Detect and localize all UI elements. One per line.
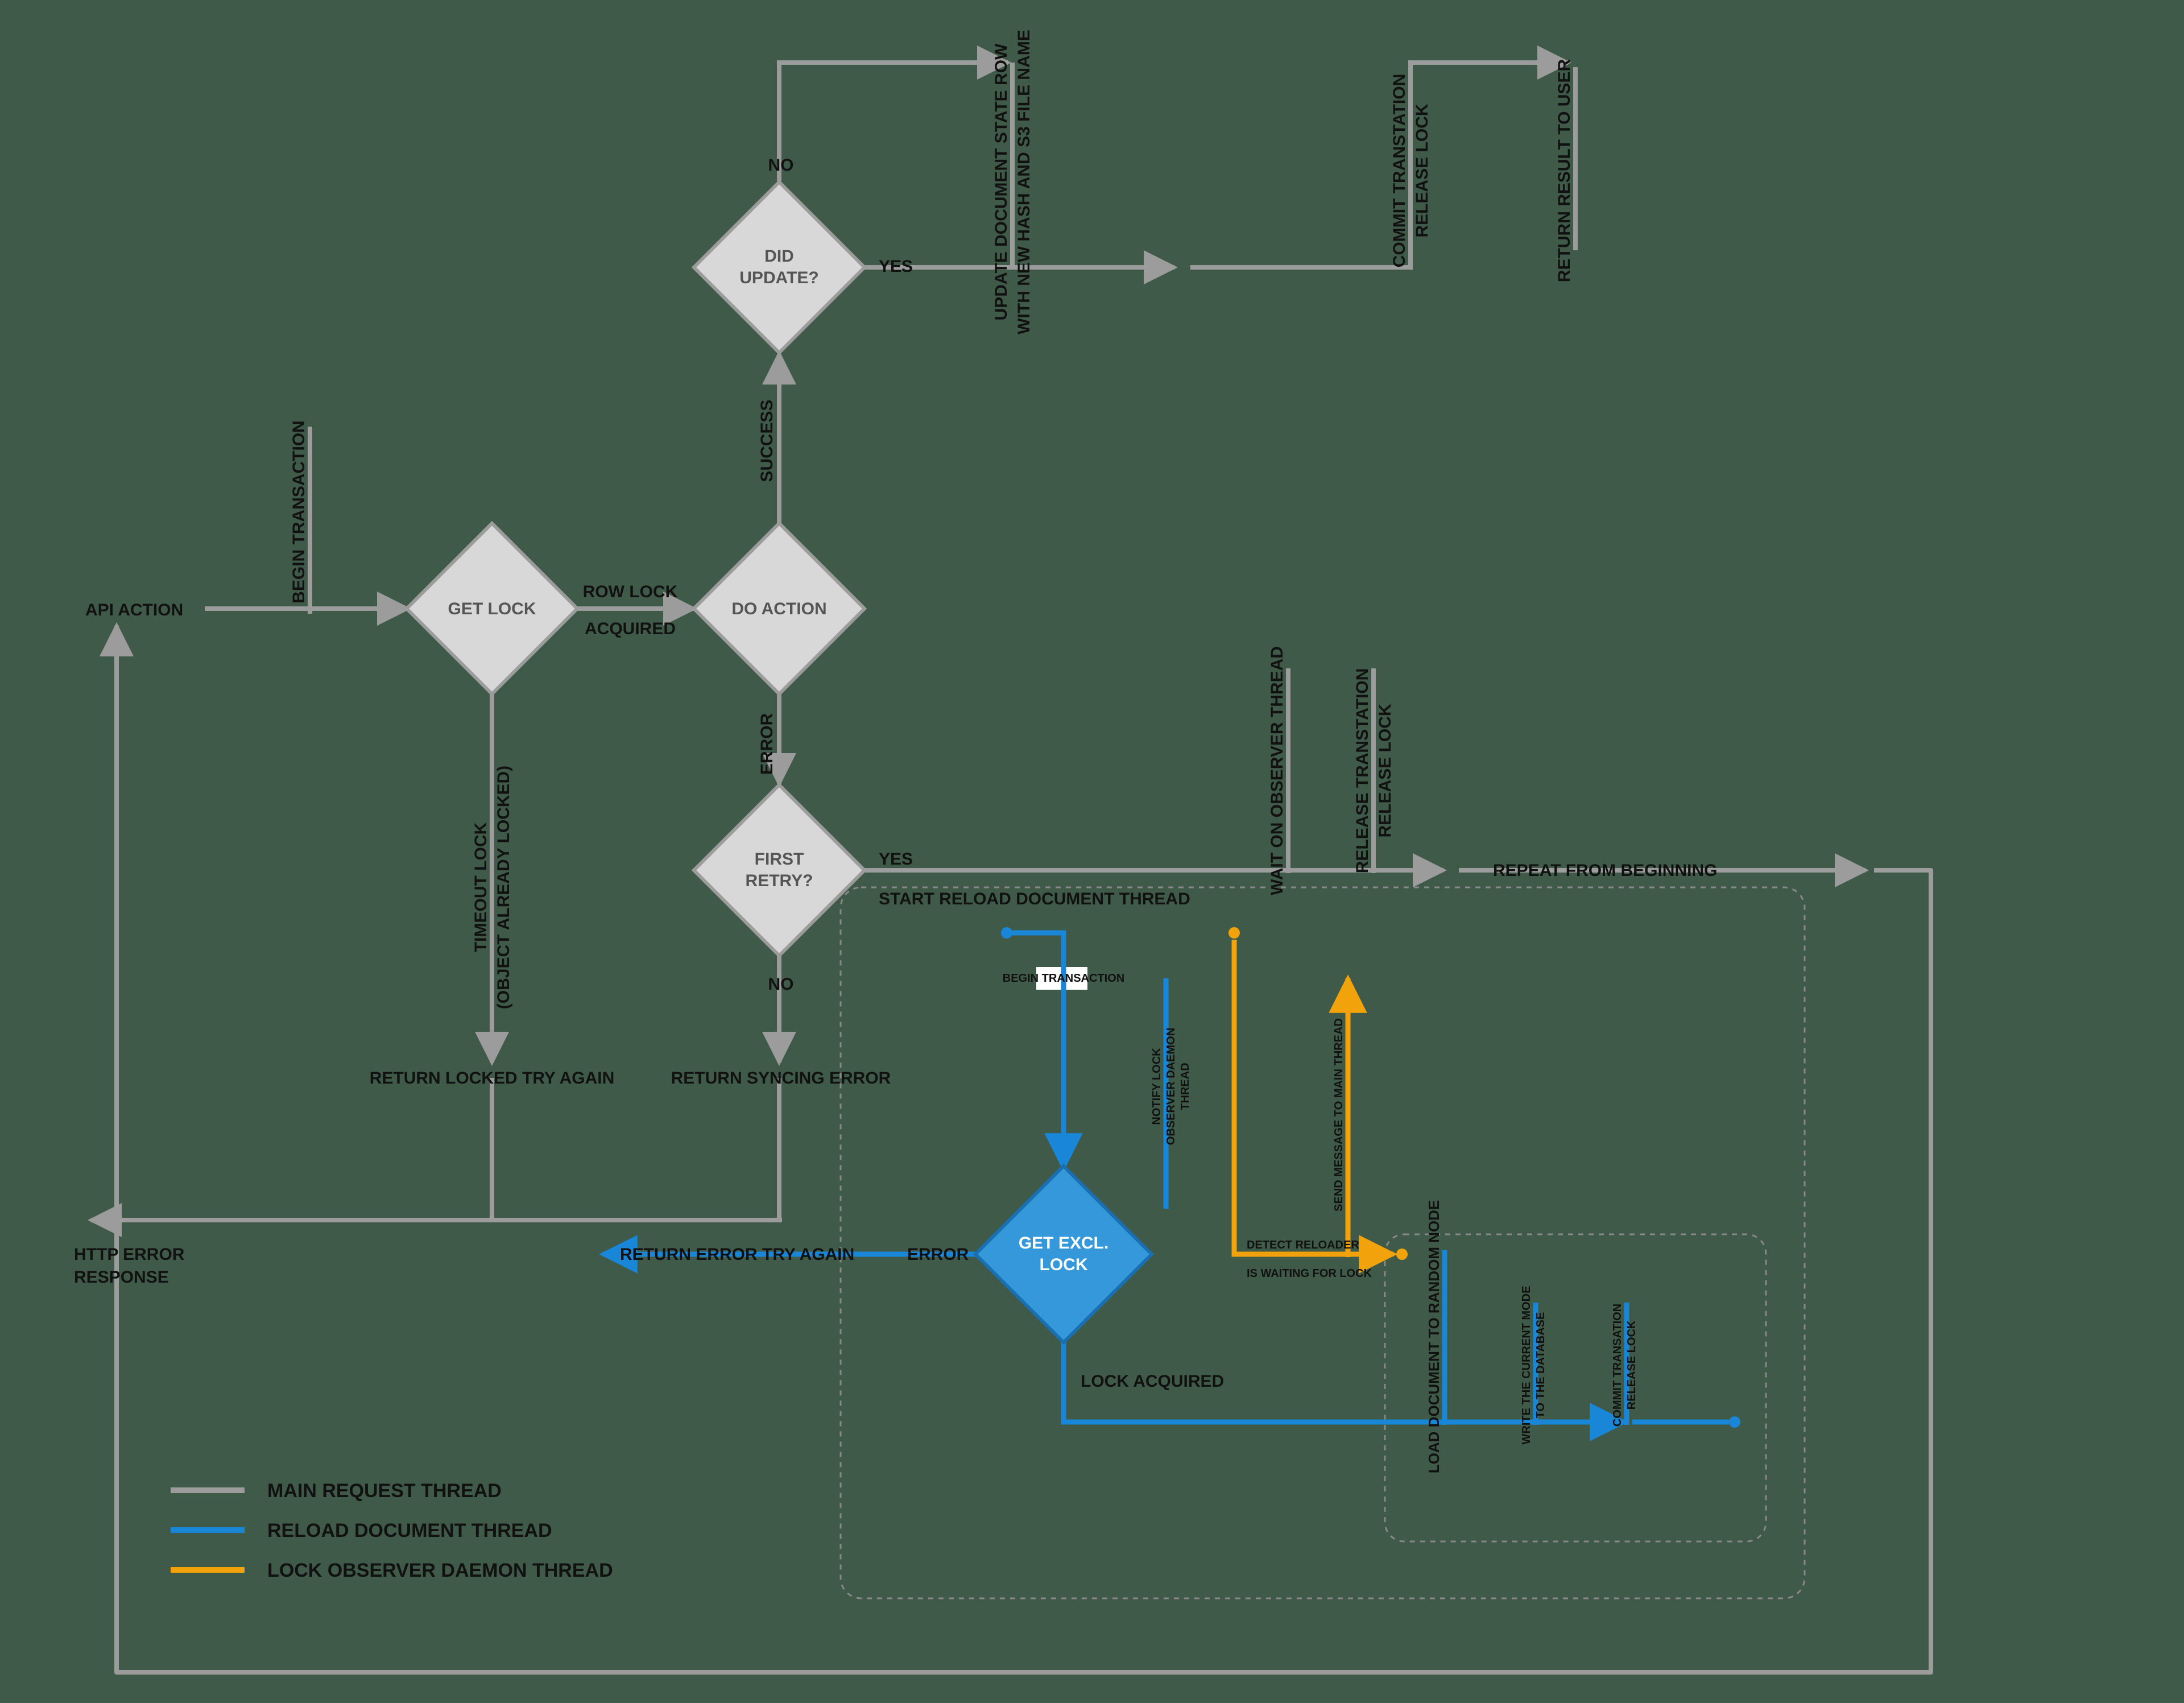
label-commit-1: COMMIT TRANSTATION xyxy=(1390,74,1409,268)
label-api-action: API ACTION xyxy=(85,601,183,619)
edge-locked-to-http xyxy=(91,1078,492,1220)
node-do-action: DO ACTION xyxy=(694,523,864,694)
node-did-update-l2: UPDATE? xyxy=(739,268,818,287)
node-first-retry: FIRST RETRY? xyxy=(694,785,864,956)
label-commit2-2: RELEASE LOCK xyxy=(1625,1320,1638,1409)
label-error-1: ERROR xyxy=(758,713,776,775)
label-return-syncing: RETURN SYNCING ERROR xyxy=(671,1069,891,1088)
label-yes-1: YES xyxy=(879,257,913,276)
label-commit2-1: COMMIT TRANSATION xyxy=(1611,1304,1624,1427)
node-get-excl-l2: LOCK xyxy=(1040,1255,1088,1274)
node-did-update-l1: DID xyxy=(764,247,794,266)
label-wait-observer: WAIT ON OBSERVER THREAD xyxy=(1268,646,1287,895)
node-get-lock: GET LOCK xyxy=(407,523,577,694)
label-http-1: HTTP ERROR xyxy=(74,1245,185,1264)
edge-orange-main xyxy=(1234,940,1393,1254)
legend-reload: RELOAD DOCUMENT THREAD xyxy=(267,1520,552,1541)
observer-end-dot xyxy=(1396,1249,1408,1260)
label-send-msg: SEND MESSAGE TO MAIN THREAD xyxy=(1333,1018,1345,1212)
label-writedb-1: WRITE THE CURRENT MODE xyxy=(1520,1286,1533,1445)
label-lock-acquired: LOCK ACQUIRED xyxy=(1081,1372,1224,1391)
label-row-lock-1: ROW LOCK xyxy=(583,582,678,601)
label-no-2: NO xyxy=(768,975,794,994)
label-no-1: NO xyxy=(768,156,794,175)
label-row-lock-2: ACQUIRED xyxy=(585,619,676,638)
label-detect-1: DETECT RELOADER xyxy=(1247,1239,1359,1251)
label-detect-2: IS WAITING FOR LOCK xyxy=(1247,1267,1372,1280)
observer-start-dot xyxy=(1228,927,1240,939)
node-first-retry-l2: RETRY? xyxy=(746,871,813,890)
label-timeout-1: TIMEOUT LOCK xyxy=(471,822,490,953)
label-error-2: ERROR xyxy=(907,1245,969,1264)
label-success: SUCCESS xyxy=(758,399,776,482)
label-return-err-try: RETURN ERROR TRY AGAIN xyxy=(620,1245,854,1264)
label-release-2: RELEASE LOCK xyxy=(1376,704,1395,837)
legend-main: MAIN REQUEST THREAD xyxy=(267,1480,502,1502)
label-update-row-1: UPDATE DOCUMENT STATE ROW xyxy=(992,43,1011,320)
legend: MAIN REQUEST THREAD RELOAD DOCUMENT THRE… xyxy=(171,1480,613,1581)
label-timeout-2: (OBJECT ALREADY LOCKED) xyxy=(494,766,513,1009)
node-do-action-label: DO ACTION xyxy=(731,600,826,618)
label-begin-tx: BEGIN TRANSACTION xyxy=(289,420,308,604)
label-start-reload: START RELOAD DOCUMENT THREAD xyxy=(879,890,1190,908)
label-writedb-2: TO THE DATABASE xyxy=(1534,1312,1547,1419)
edge-repeat-loop xyxy=(117,626,1931,1672)
edge-yes-to-commit-return xyxy=(1190,63,1568,267)
label-begin-tx2: BEGIN TRANSACTION xyxy=(1003,972,1124,985)
node-get-lock-label: GET LOCK xyxy=(448,600,536,618)
reload-thread-end-dot xyxy=(1729,1416,1740,1428)
node-get-excl-lock: GET EXCL. LOCK xyxy=(975,1166,1152,1342)
label-repeat: REPEAT FROM BEGINNING xyxy=(1493,861,1717,880)
label-notify-2: OBSERVER DAEMON xyxy=(1165,1028,1177,1145)
label-commit-2: RELEASE LOCK xyxy=(1413,104,1432,237)
node-did-update: DID UPDATE? xyxy=(694,182,864,353)
edge-didupdate-no xyxy=(779,63,1008,181)
label-yes-2: YES xyxy=(879,850,913,869)
label-return-locked: RETURN LOCKED TRY AGAIN xyxy=(370,1069,615,1088)
label-notify-3: THREAD xyxy=(1179,1063,1192,1110)
node-get-excl-l1: GET EXCL. xyxy=(1019,1234,1108,1253)
node-first-retry-l1: FIRST xyxy=(755,850,804,869)
label-return-user: RETURN RESULT TO USER xyxy=(1555,59,1574,283)
legend-observer: LOCK OBSERVER DAEMON THREAD xyxy=(267,1560,613,1581)
label-http-2: RESPONSE xyxy=(74,1268,169,1287)
label-update-row-2: WITH NEW HASH AND S3 FILE NAME xyxy=(1015,30,1033,334)
label-notify-1: NOTIFY LOCK xyxy=(1151,1048,1163,1125)
label-release-1: RELEASE TRANSTATION xyxy=(1353,668,1372,874)
label-load-random: LOAD DOCUMENT TO RANDOM NODE xyxy=(1425,1200,1442,1474)
